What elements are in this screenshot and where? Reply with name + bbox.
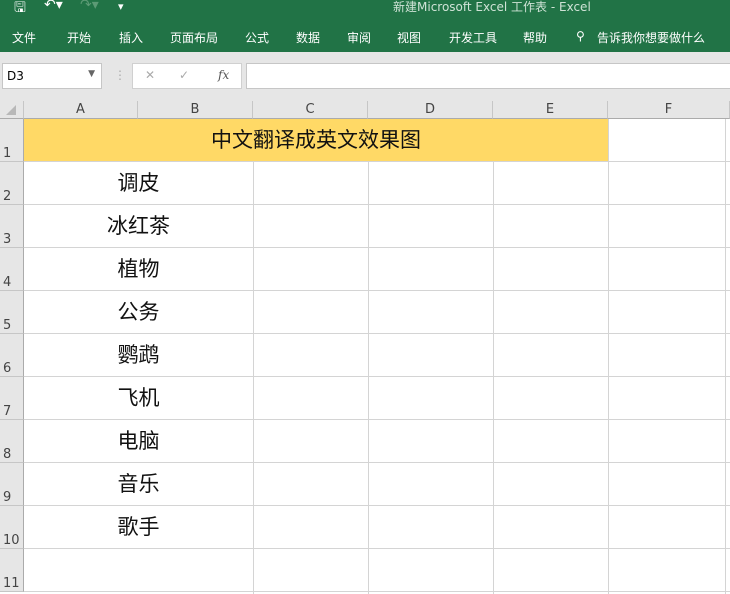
merged-cell-item[interactable]: 公务 [24, 291, 253, 333]
gridline [24, 591, 730, 592]
tab-home[interactable]: 开始 [67, 29, 91, 46]
tab-file[interactable]: 文件 [12, 29, 36, 46]
tab-formulas[interactable]: 公式 [245, 29, 269, 46]
column-header-b[interactable]: B [138, 101, 253, 119]
ribbon-tabs: 文件 开始 插入 页面布局 公式 数据 审阅 视图 开发工具 帮助 ⚲ 告诉我你… [0, 20, 730, 52]
tab-review[interactable]: 审阅 [347, 29, 371, 46]
merged-cell-item[interactable]: 鹦鹉 [24, 334, 253, 376]
column-header-f[interactable]: F [608, 101, 730, 119]
column-header-c[interactable]: C [253, 101, 368, 119]
grip-icon: ⋮ [114, 68, 126, 82]
tab-insert[interactable]: 插入 [119, 29, 143, 46]
undo-icon[interactable]: ↶▾ [44, 0, 63, 13]
row-header-7[interactable]: 7 [0, 377, 24, 420]
tab-developer[interactable]: 开发工具 [449, 29, 497, 46]
row-header-4[interactable]: 4 [0, 248, 24, 291]
row-header-5[interactable]: 5 [0, 291, 24, 334]
merged-cell-item[interactable]: 电脑 [24, 420, 253, 462]
merged-title-cell[interactable]: 中文翻译成英文效果图 [24, 119, 608, 162]
merged-cell-item[interactable]: 歌手 [24, 506, 253, 548]
spreadsheet-grid[interactable]: A B C D E F 中文翻译成英文效果图 1 2 3 4 5 6 7 8 9 10 11 调皮 冰红… [0, 101, 730, 594]
name-box[interactable]: D3 ▼ [2, 63, 102, 89]
chevron-down-icon[interactable]: ▼ [88, 69, 95, 79]
select-all-button[interactable] [0, 101, 24, 119]
formula-bar-area: D3 ▼ ⋮ ✕ ✓ fx [0, 52, 730, 101]
row-header-8[interactable]: 8 [0, 420, 24, 463]
column-header-e[interactable]: E [493, 101, 608, 119]
row-header-10[interactable]: 10 [0, 506, 24, 549]
customize-qat-icon[interactable]: ▾ [118, 0, 124, 13]
insert-function-icon[interactable]: fx [218, 68, 229, 82]
tab-page-layout[interactable]: 页面布局 [170, 29, 218, 46]
merged-cell-item[interactable]: 飞机 [24, 377, 253, 419]
row-header-1[interactable]: 1 [0, 119, 24, 162]
tab-view[interactable]: 视图 [397, 29, 421, 46]
cancel-icon[interactable]: ✕ [145, 68, 155, 82]
name-box-value: D3 [7, 69, 24, 83]
merged-cell-item[interactable]: 音乐 [24, 463, 253, 505]
tell-me-search[interactable]: 告诉我你想要做什么 [597, 29, 705, 46]
tab-help[interactable]: 帮助 [523, 29, 547, 46]
formula-input[interactable] [246, 63, 730, 89]
row-header-2[interactable]: 2 [0, 162, 24, 205]
merged-cell-item[interactable]: 植物 [24, 248, 253, 290]
window-title: 新建Microsoft Excel 工作表 - Excel [393, 0, 591, 14]
column-header-a[interactable]: A [24, 101, 138, 119]
title-bar: 🖫 ↶▾ ↷▾ ▾ 新建Microsoft Excel 工作表 - Excel [0, 0, 730, 20]
redo-icon[interactable]: ↷▾ [80, 0, 99, 13]
search-icon[interactable]: ⚲ [576, 29, 585, 43]
save-icon[interactable]: 🖫 [14, 0, 26, 21]
column-header-d[interactable]: D [368, 101, 493, 119]
gridline [24, 548, 730, 549]
row-header-11[interactable]: 11 [0, 549, 24, 592]
tab-data[interactable]: 数据 [296, 29, 320, 46]
row-header-9[interactable]: 9 [0, 463, 24, 506]
row-header-6[interactable]: 6 [0, 334, 24, 377]
merged-cell-item[interactable]: 调皮 [24, 162, 253, 204]
enter-icon[interactable]: ✓ [179, 68, 189, 82]
row-header-3[interactable]: 3 [0, 205, 24, 248]
merged-cell-item[interactable]: 冰红茶 [24, 205, 253, 247]
formula-buttons: ✕ ✓ fx [132, 63, 242, 89]
